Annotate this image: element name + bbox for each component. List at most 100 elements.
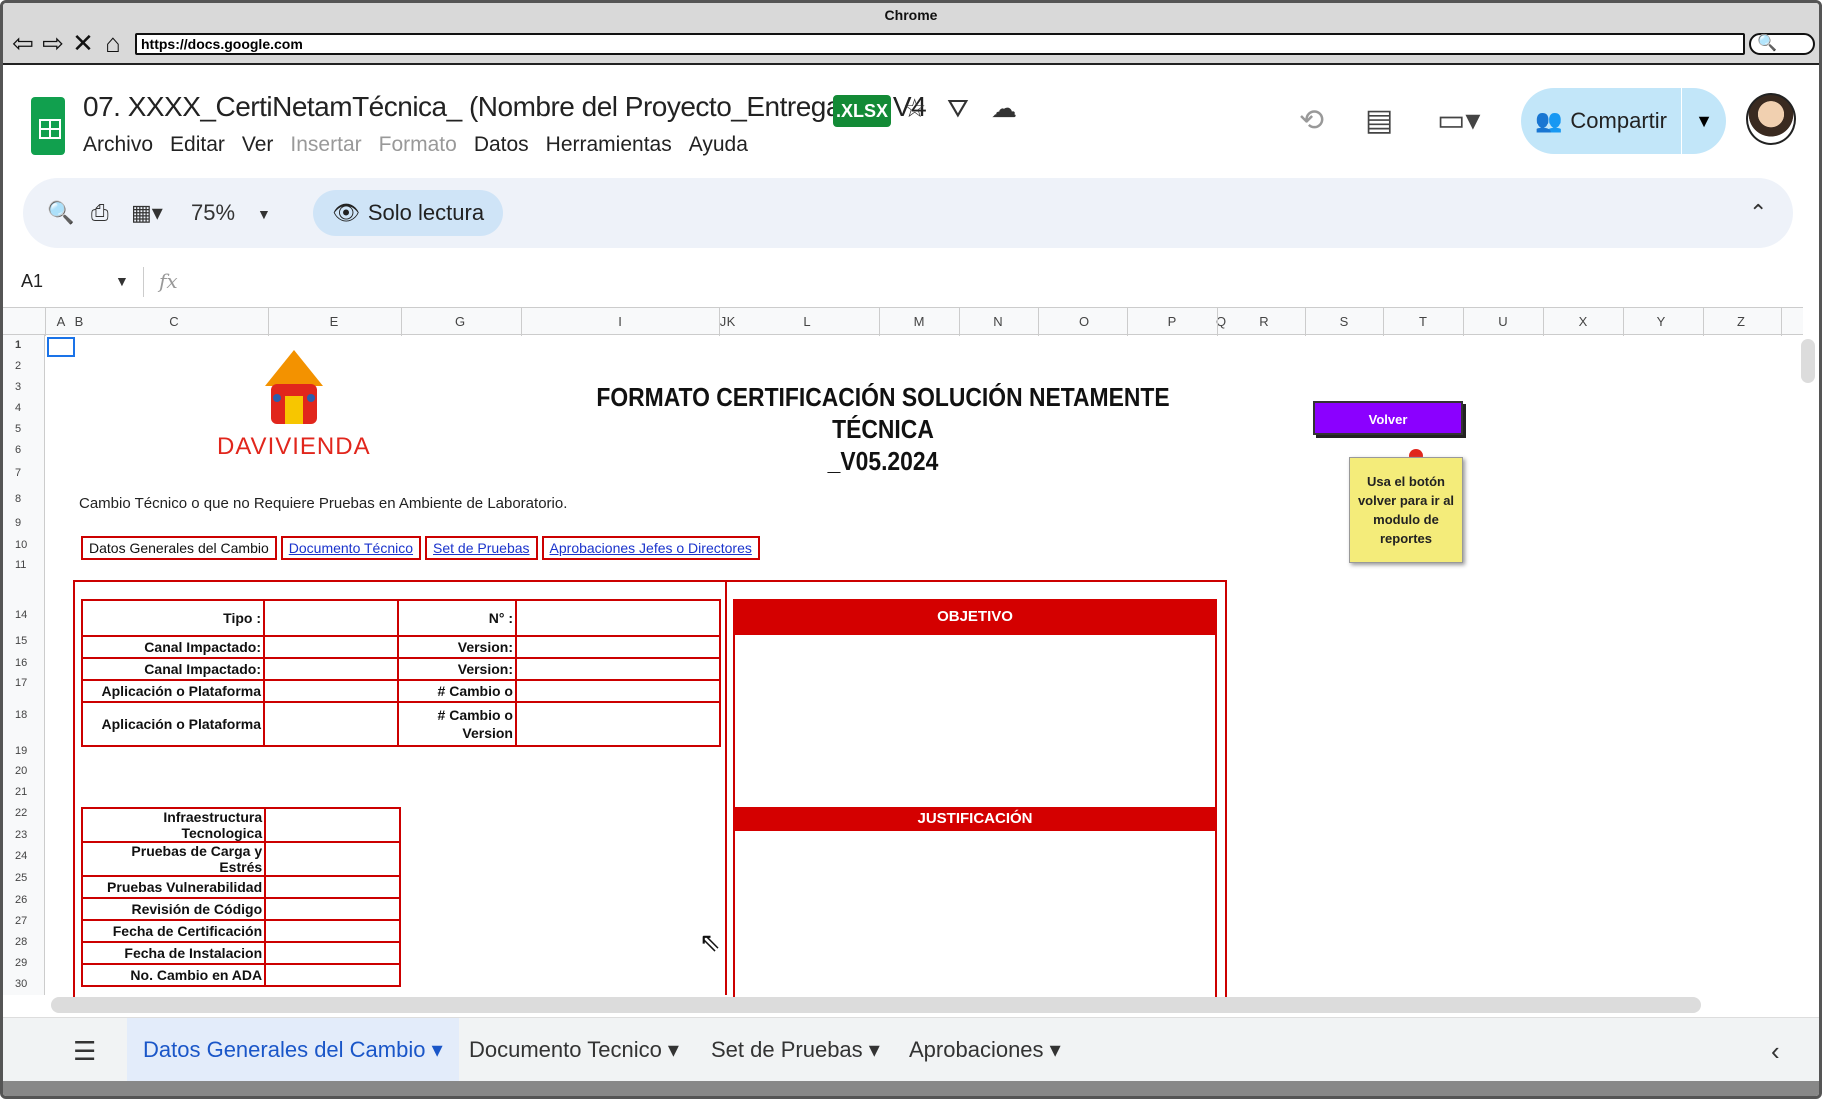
collapse-toolbar-icon[interactable]: ⌃ [1749,200,1767,226]
meet-camera-icon[interactable]: ▭▾ [1437,103,1480,138]
menu-formato[interactable]: Formato [379,133,457,157]
col-n[interactable]: N [993,314,1002,329]
objetivo-box[interactable] [733,599,1217,999]
row-4[interactable]: 4 [15,402,21,414]
link-datos-generales[interactable]: Datos Generales del Cambio [81,536,277,560]
search-icon[interactable]: 🔍 [47,200,74,226]
cell-version-1[interactable] [515,635,721,659]
col-i[interactable]: I [618,314,622,329]
cell-infraestructura[interactable] [264,807,401,843]
col-c[interactable]: C [169,314,178,329]
col-e[interactable]: E [330,314,339,329]
zoom-select[interactable]: 75% [191,200,235,226]
col-r[interactable]: R [1259,314,1268,329]
row-7[interactable]: 7 [15,467,21,479]
star-icon[interactable]: ☆ [903,93,926,124]
avatar[interactable] [1746,93,1796,145]
all-sheets-menu-icon[interactable]: ☰ [73,1036,96,1067]
cell-aplicacion-2[interactable] [263,701,399,747]
tab-aprobaciones[interactable]: Aprobaciones ▾ [893,1018,1077,1082]
cell-canal-2[interactable] [263,657,399,681]
col-a[interactable]: A [57,314,66,329]
cell-pruebas-vulnerabilidad[interactable] [264,875,401,899]
row-10[interactable]: 10 [15,539,27,551]
sheets-logo-icon[interactable] [31,97,65,155]
vertical-scrollbar[interactable] [1801,339,1815,383]
col-k[interactable]: K [727,314,736,329]
row-29[interactable]: 29 [15,957,27,969]
chevron-left-icon[interactable]: ‹ [1771,1036,1780,1067]
name-box[interactable]: A1 [21,271,43,292]
row-3[interactable]: 3 [15,381,21,393]
col-y[interactable]: Y [1657,314,1666,329]
share-dropdown-icon[interactable]: ▼ [1682,88,1726,154]
cell-cambio-1[interactable] [515,679,721,703]
menu-editar[interactable]: Editar [170,133,225,157]
link-set-de-pruebas[interactable]: Set de Pruebas [425,536,538,560]
row-22[interactable]: 22 [15,807,27,819]
cell-tipo-value[interactable] [263,599,399,637]
row-23[interactable]: 23 [15,829,27,841]
document-title[interactable]: 07. XXXX_CertiNetamTécnica_ (Nombre del … [83,91,927,123]
row-27[interactable]: 27 [15,915,27,927]
tab-datos-generales[interactable]: Datos Generales del Cambio ▾ [127,1018,459,1082]
history-icon[interactable]: ⟲ [1299,103,1324,138]
print-icon[interactable]: ⎙ [91,200,109,226]
row-21[interactable]: 21 [15,786,27,798]
link-documento-tecnico[interactable]: Documento Técnico [280,536,422,560]
row-17[interactable]: 17 [15,677,27,689]
row-26[interactable]: 26 [15,894,27,906]
cloud-status-icon[interactable]: ☁ [991,93,1017,124]
move-to-drive-icon[interactable]: ⛛ [947,93,969,125]
cell-aplicacion-1[interactable] [263,679,399,703]
cell-pruebas-carga[interactable] [264,841,401,877]
forward-arrow-icon[interactable]: ⇨ [39,29,67,57]
col-g[interactable]: G [455,314,465,329]
col-b[interactable]: B [75,314,84,329]
cell-revision-codigo[interactable] [264,897,401,921]
row-9[interactable]: 9 [15,517,21,529]
url-bar[interactable]: https://docs.google.com [135,33,1745,55]
cell-cambio-2[interactable] [515,701,721,747]
cell-fecha-certificacion[interactable] [264,919,401,943]
row-5[interactable]: 5 [15,423,21,435]
row-16[interactable]: 16 [15,657,27,669]
col-m[interactable]: M [914,314,925,329]
row-11[interactable]: 11 [15,559,26,571]
col-l[interactable]: L [803,314,810,329]
row-25[interactable]: 25 [15,872,27,884]
tab-documento-tecnico[interactable]: Documento Tecnico ▾ [453,1018,695,1082]
row-2[interactable]: 2 [15,360,21,372]
link-aprobaciones[interactable]: Aprobaciones Jefes o Directores [541,536,760,560]
volver-button[interactable]: Volver [1313,401,1463,435]
row-30[interactable]: 30 [15,978,27,990]
back-arrow-icon[interactable]: ⇦ [9,29,37,57]
col-z[interactable]: Z [1737,314,1745,329]
row-28[interactable]: 28 [15,936,27,948]
col-j[interactable]: J [720,314,727,329]
row-8[interactable]: 8 [15,493,21,505]
col-x[interactable]: X [1579,314,1588,329]
zoom-chevron-icon[interactable]: ▼ [257,206,271,222]
row-24[interactable]: 24 [15,850,27,862]
menu-ayuda[interactable]: Ayuda [689,133,748,157]
row-19[interactable]: 19 [15,745,27,757]
col-u[interactable]: U [1498,314,1507,329]
row-18[interactable]: 18 [15,709,27,721]
cell-fecha-instalacion[interactable] [264,941,401,965]
col-s[interactable]: S [1340,314,1349,329]
col-t[interactable]: T [1419,314,1427,329]
menu-archivo[interactable]: Archivo [83,133,153,157]
col-p[interactable]: P [1168,314,1177,329]
home-icon[interactable]: ⌂ [99,29,127,57]
share-button[interactable]: 👥 Compartir [1521,88,1681,154]
row-15[interactable]: 15 [15,635,27,647]
name-box-dropdown-icon[interactable]: ▼ [115,273,129,289]
menu-ver[interactable]: Ver [242,133,274,157]
horizontal-scrollbar[interactable] [51,997,1701,1013]
row-20[interactable]: 20 [15,765,27,777]
cell-numero-value[interactable] [515,599,721,637]
row-6[interactable]: 6 [15,444,21,456]
cell-no-cambio-ada[interactable] [264,963,401,987]
menu-datos[interactable]: Datos [474,133,529,157]
